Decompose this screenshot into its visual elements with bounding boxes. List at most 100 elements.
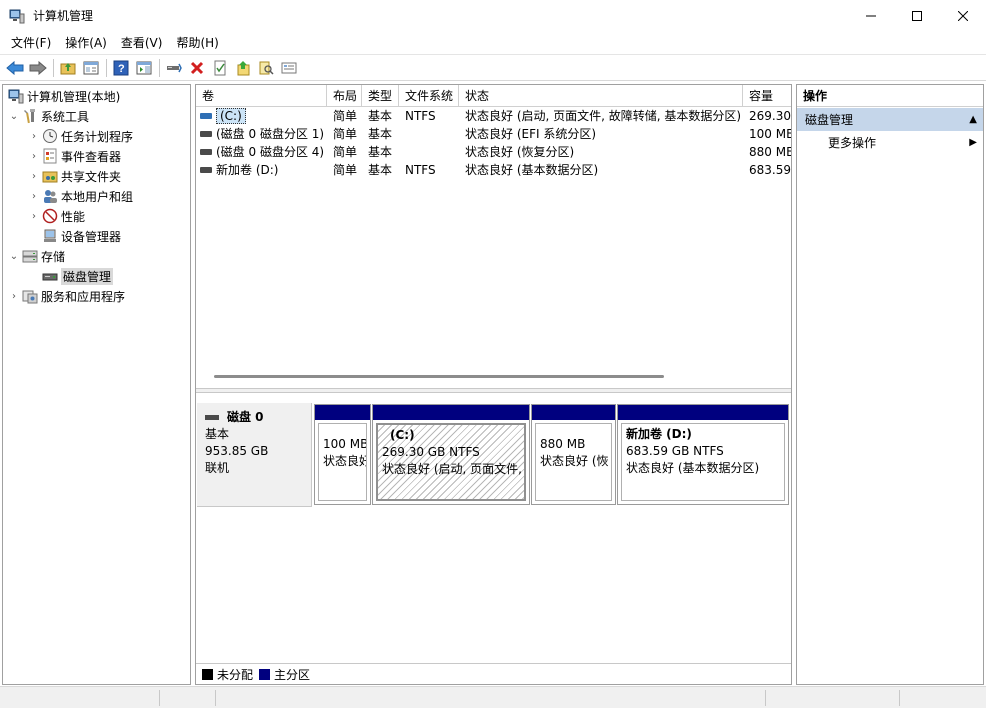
list-button[interactable] [278,57,300,79]
disk-icon [205,415,219,420]
disk-size: 953.85 GB [205,444,269,458]
tree-item-local-users[interactable]: › 本地用户和组 [28,186,133,206]
more-actions-item[interactable]: 更多操作 ▶ [797,131,983,155]
close-button[interactable] [940,0,986,31]
menu-action[interactable]: 操作(A) [58,32,114,54]
volume-capacity: 100 MB [749,127,792,141]
chevron-down-icon[interactable]: ⌄ [8,251,20,262]
volume-status: 状态良好 (启动, 页面文件, 故障转储, 基本数据分区) [465,109,742,123]
properties-button[interactable] [209,57,231,79]
column-header-volume[interactable]: 卷 [196,85,327,107]
menu-file[interactable]: 文件(F) [4,32,58,54]
chevron-right-icon[interactable]: › [28,131,40,142]
drive-icon [200,131,212,137]
forward-button[interactable] [27,57,49,79]
back-button[interactable] [4,57,26,79]
export-button[interactable] [232,57,254,79]
tree-item-event-viewer[interactable]: › 事件查看器 [28,146,121,166]
partition-d[interactable]: 新加卷 (D:) 683.59 GB NTFS 状态良好 (基本数据分区) [617,404,789,505]
partition-size: 269.30 GB NTFS [382,445,480,459]
help-button[interactable]: ? [110,57,132,79]
chevron-right-icon[interactable]: › [28,171,40,182]
tree-item-system-tools[interactable]: ⌄ 系统工具 [8,106,89,126]
window-title: 计算机管理 [33,9,94,23]
show-action-pane-button[interactable] [133,57,155,79]
menu-view[interactable]: 查看(V) [114,32,170,54]
show-action-pane-icon [136,61,152,74]
chevron-right-icon[interactable]: › [28,151,40,162]
menu-help[interactable]: 帮助(H) [169,32,225,54]
tree-label: 计算机管理(本地) [27,89,121,104]
column-header-type[interactable]: 类型 [362,85,399,107]
chevron-right-icon[interactable]: › [28,191,40,202]
volume-capacity: 683.59 [749,163,791,177]
volume-type: 基本 [368,109,393,123]
tree-label: 事件查看器 [61,149,122,164]
close-icon [958,10,968,21]
column-header-capacity[interactable]: 容量 [743,85,791,107]
column-header-filesystem[interactable]: 文件系统 [399,85,459,107]
partition-recovery[interactable]: 880 MB 状态良好 (恢 [531,404,616,505]
chevron-down-icon[interactable]: ⌄ [8,111,20,122]
disk-info[interactable]: 磁盘 0 基本 953.85 GB 联机 [197,403,312,507]
minimize-icon [866,15,876,16]
status-divider [215,690,216,706]
volume-fs: NTFS [405,109,436,123]
forward-icon [29,60,47,75]
actions-section-disk-management[interactable]: 磁盘管理 ▲ [797,107,983,131]
table-row[interactable]: 新加卷 (D:) 简单 基本 NTFS 状态良好 (基本数据分区) 683.59 [196,161,791,179]
column-header-layout[interactable]: 布局 [327,85,362,107]
tree-item-shared-folders[interactable]: › 共享文件夹 [28,166,121,186]
delete-button[interactable] [186,57,208,79]
table-row[interactable]: (C:) 简单 基本 NTFS 状态良好 (启动, 页面文件, 故障转储, 基本… [196,107,791,125]
table-row[interactable]: (磁盘 0 磁盘分区 1) 简单 基本 状态良好 (EFI 系统分区) 100 … [196,125,792,143]
pane-splitter[interactable] [196,388,791,393]
tree-label: 系统工具 [41,109,90,124]
drive-icon [200,167,212,173]
collapse-up-icon[interactable]: ▲ [969,108,977,132]
column-header-status[interactable]: 状态 [459,85,743,107]
partition-status: 状态良好 (恢 [540,454,609,468]
list-icon [281,62,297,73]
volume-status: 状态良好 (基本数据分区) [465,163,599,177]
disk-state: 联机 [205,461,230,475]
minimize-button[interactable] [848,0,894,31]
legend-swatch-unallocated [202,669,213,680]
up-folder-button[interactable] [57,57,79,79]
chevron-right-icon[interactable]: › [28,211,40,222]
show-hide-tree-button[interactable] [80,57,102,79]
volume-capacity: 269.30 [749,109,791,123]
partition-efi[interactable]: 100 MB 状态良好 [314,404,371,505]
tree-item-services[interactable]: › 服务和应用程序 [8,286,125,306]
volume-layout: 简单 [333,163,358,177]
actions-pane: 操作 磁盘管理 ▲ 更多操作 ▶ [796,84,984,685]
volume-fs: NTFS [405,163,436,177]
tree-item-root[interactable]: 计算机管理(本地) [6,86,120,106]
partition-status: 状态良好 [323,454,367,468]
volume-name: (磁盘 0 磁盘分区 4) [216,145,325,159]
shared-folder-icon [42,168,58,184]
disk-name: 磁盘 0 [227,410,264,424]
connect-icon [167,63,182,72]
actions-title: 操作 [797,85,983,107]
tree-item-disk-management[interactable]: 磁盘管理 [40,266,114,286]
tree-item-task-scheduler[interactable]: › 任务计划程序 [28,126,133,146]
tree-label: 设备管理器 [61,229,122,244]
back-icon [6,60,24,75]
chevron-right-icon[interactable]: › [8,291,20,302]
volume-layout: 简单 [333,145,358,159]
legend-swatch-primary [259,669,271,680]
table-row[interactable]: (磁盘 0 磁盘分区 4) 简单 基本 状态良好 (恢复分区) 880 MB [196,143,791,161]
legend-label: 未分配 [217,668,254,682]
tree-item-performance[interactable]: › 性能 [28,206,85,226]
clock-icon [42,128,58,144]
partition-c[interactable]: (C:) 269.30 GB NTFS 状态良好 (启动, 页面文件, 故 [372,404,530,505]
maximize-button[interactable] [894,0,940,31]
horizontal-scrollbar[interactable] [214,375,664,378]
search-button[interactable] [255,57,277,79]
system-tools-icon [22,108,38,124]
volume-pane: 卷 布局 类型 文件系统 状态 容量 (C:) 简单 基本 NTFS 状态良好 … [195,84,792,685]
connect-button[interactable] [163,57,185,79]
tree-item-storage[interactable]: ⌄ 存储 [8,246,65,266]
tree-item-device-manager[interactable]: 设备管理器 [40,226,121,246]
